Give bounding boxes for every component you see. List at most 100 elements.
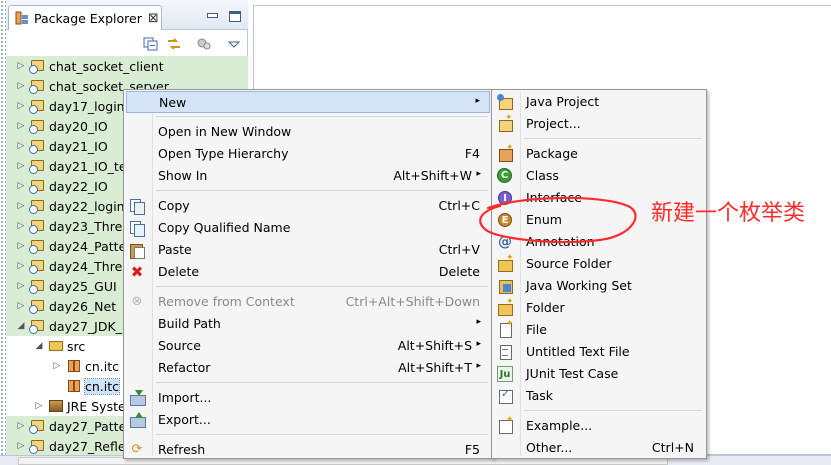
- menu-item-shortcut: Ctrl+C: [438, 198, 480, 213]
- menu-item-shortcut: Ctrl+N: [651, 440, 694, 455]
- submenu-arrow-icon: ▸: [476, 361, 481, 371]
- remove-context-icon: ⊗: [131, 294, 143, 309]
- tree-item-label: src: [67, 338, 86, 354]
- collapsed-twisty-icon[interactable]: ▷: [16, 421, 26, 431]
- menu-item-label: Enum: [526, 212, 562, 227]
- menu-item-copy[interactable]: Copy Ctrl+C: [126, 195, 490, 217]
- java-project-icon: [29, 318, 46, 334]
- source-folder-icon: [48, 338, 64, 354]
- collapse-all-icon[interactable]: [143, 36, 159, 52]
- menu-item-label: Java Project: [526, 94, 600, 109]
- link-with-editor-icon[interactable]: [166, 36, 182, 52]
- menu-item-build-path[interactable]: Build Path ▸: [126, 313, 490, 335]
- tree-item-label: day26_Net: [49, 298, 117, 314]
- java-project-icon: [29, 58, 46, 74]
- tree-item-label: JRE Syste: [67, 398, 126, 414]
- new-submenu-item-folder[interactable]: Folder: [494, 297, 704, 319]
- tree-item-label: day21_IO: [49, 138, 108, 154]
- collapsed-twisty-icon[interactable]: ▷: [16, 441, 26, 451]
- close-icon[interactable]: ⊠: [148, 11, 159, 26]
- collapsed-twisty-icon[interactable]: ▷: [16, 81, 26, 91]
- menu-item-show-in[interactable]: Show In Alt+Shift+W ▸: [126, 165, 490, 187]
- menu-item-label: Copy Qualified Name: [158, 220, 291, 235]
- menu-item-label: Folder: [526, 300, 565, 315]
- menu-item-shortcut: Ctrl+Alt+Shift+Down: [345, 294, 480, 309]
- tree-item-label: day27_JDK_: [49, 318, 122, 334]
- expanded-twisty-icon[interactable]: ◢: [34, 341, 44, 351]
- collapsed-twisty-icon[interactable]: ▷: [16, 141, 26, 151]
- menu-item-open-type-hierarchy[interactable]: Open Type Hierarchy F4: [126, 143, 490, 165]
- collapsed-twisty-icon[interactable]: ▷: [16, 161, 26, 171]
- menu-item-label: Paste: [158, 242, 192, 257]
- menu-separator: [156, 382, 488, 383]
- example-icon: [497, 415, 514, 434]
- collapsed-twisty-icon[interactable]: ▷: [52, 361, 62, 371]
- menu-item-label: Import...: [158, 390, 212, 405]
- menu-item-remove-from-context[interactable]: ⊗ Remove from Context Ctrl+Alt+Shift+Down: [126, 291, 490, 313]
- menu-item-source[interactable]: Source Alt+Shift+S ▸: [126, 335, 490, 357]
- new-submenu-item-file[interactable]: File: [494, 319, 704, 341]
- menu-item-new[interactable]: New ▸: [126, 91, 490, 113]
- copy-icon: [129, 198, 145, 215]
- collapsed-twisty-icon[interactable]: ▷: [16, 201, 26, 211]
- export-icon: [129, 412, 146, 428]
- collapsed-twisty-icon[interactable]: ▷: [16, 221, 26, 231]
- new-submenu-item-annotation[interactable]: @ Annotation: [494, 231, 704, 253]
- collapsed-twisty-icon[interactable]: ▷: [16, 261, 26, 271]
- minimize-icon[interactable]: [206, 11, 218, 21]
- menu-item-label: Open in New Window: [158, 124, 292, 139]
- new-submenu-item-project[interactable]: Project...: [494, 113, 704, 135]
- collapsed-twisty-icon[interactable]: ▷: [16, 121, 26, 131]
- tree-item[interactable]: ▷ chat_socket_client: [6, 56, 248, 76]
- menu-separator: [156, 286, 488, 287]
- collapsed-twisty-icon[interactable]: ▷: [16, 101, 26, 111]
- java-project-icon: [29, 138, 46, 154]
- collapsed-twisty-icon[interactable]: ▷: [16, 241, 26, 251]
- java-project-icon: [29, 198, 46, 214]
- menu-item-label: Refactor: [158, 360, 211, 375]
- view-menu-icon[interactable]: [226, 36, 242, 52]
- collapsed-twisty-icon[interactable]: ▷: [16, 281, 26, 291]
- java-project-icon: [29, 238, 46, 254]
- menu-item-delete[interactable]: ✖ Delete Delete: [126, 261, 490, 283]
- menu-item-label: JUnit Test Case: [526, 366, 619, 381]
- new-submenu-item-source-folder[interactable]: Source Folder: [494, 253, 704, 275]
- new-submenu: Java Project Project... Package C Class I Inte…: [491, 89, 707, 459]
- maximize-icon[interactable]: [229, 11, 241, 22]
- menu-item-refresh[interactable]: ⟳ Refresh F5: [126, 439, 490, 458]
- menu-item-export[interactable]: Export...: [126, 409, 490, 431]
- menu-item-shortcut: Alt+Shift+W: [393, 168, 472, 183]
- focus-on-active-task-icon[interactable]: [196, 36, 212, 52]
- menu-item-refactor[interactable]: Refactor Alt+Shift+T ▸: [126, 357, 490, 379]
- menu-item-import[interactable]: Import...: [126, 387, 490, 409]
- new-submenu-item-other[interactable]: Other... Ctrl+N: [494, 437, 704, 458]
- java-project-icon: [29, 418, 46, 434]
- new-submenu-item-untitled-text-file[interactable]: Untitled Text File: [494, 341, 704, 363]
- menu-item-open-in-new-window[interactable]: Open in New Window: [126, 121, 490, 143]
- java-project-icon: [29, 258, 46, 274]
- collapsed-twisty-icon[interactable]: ▷: [16, 301, 26, 311]
- new-submenu-item-class[interactable]: C Class: [494, 165, 704, 187]
- new-submenu-item-example[interactable]: Example...: [494, 415, 704, 437]
- tree-item-label: day25_GUI: [49, 278, 117, 294]
- new-submenu-item-junit-test-case[interactable]: Ju JUnit Test Case: [494, 363, 704, 385]
- java-project-icon: [29, 218, 46, 234]
- view-tab-title: Package Explorer: [34, 10, 142, 26]
- collapsed-twisty-icon[interactable]: ▷: [16, 181, 26, 191]
- file-new-icon: [497, 319, 514, 338]
- new-submenu-item-package[interactable]: Package: [494, 143, 704, 165]
- package-explorer-tab[interactable]: Package Explorer ⊠: [8, 5, 162, 30]
- collapsed-twisty-icon[interactable]: ▷: [34, 401, 44, 411]
- new-submenu-item-task[interactable]: Task: [494, 385, 704, 407]
- new-submenu-item-java-working-set[interactable]: Java Working Set: [494, 275, 704, 297]
- java-project-icon: [29, 118, 46, 134]
- expanded-twisty-icon[interactable]: ◢: [16, 321, 26, 331]
- menu-item-label: Interface: [526, 190, 582, 205]
- collapsed-twisty-icon[interactable]: ▷: [16, 61, 26, 71]
- tree-item-label: cn.itc: [85, 358, 120, 374]
- menu-item-label: Other...: [526, 440, 573, 455]
- new-submenu-item-java-project[interactable]: Java Project: [494, 91, 704, 113]
- java-project-icon: [29, 278, 46, 294]
- menu-item-paste[interactable]: Paste Ctrl+V: [126, 239, 490, 261]
- menu-item-copy-qualified-name[interactable]: Copy Qualified Name: [126, 217, 490, 239]
